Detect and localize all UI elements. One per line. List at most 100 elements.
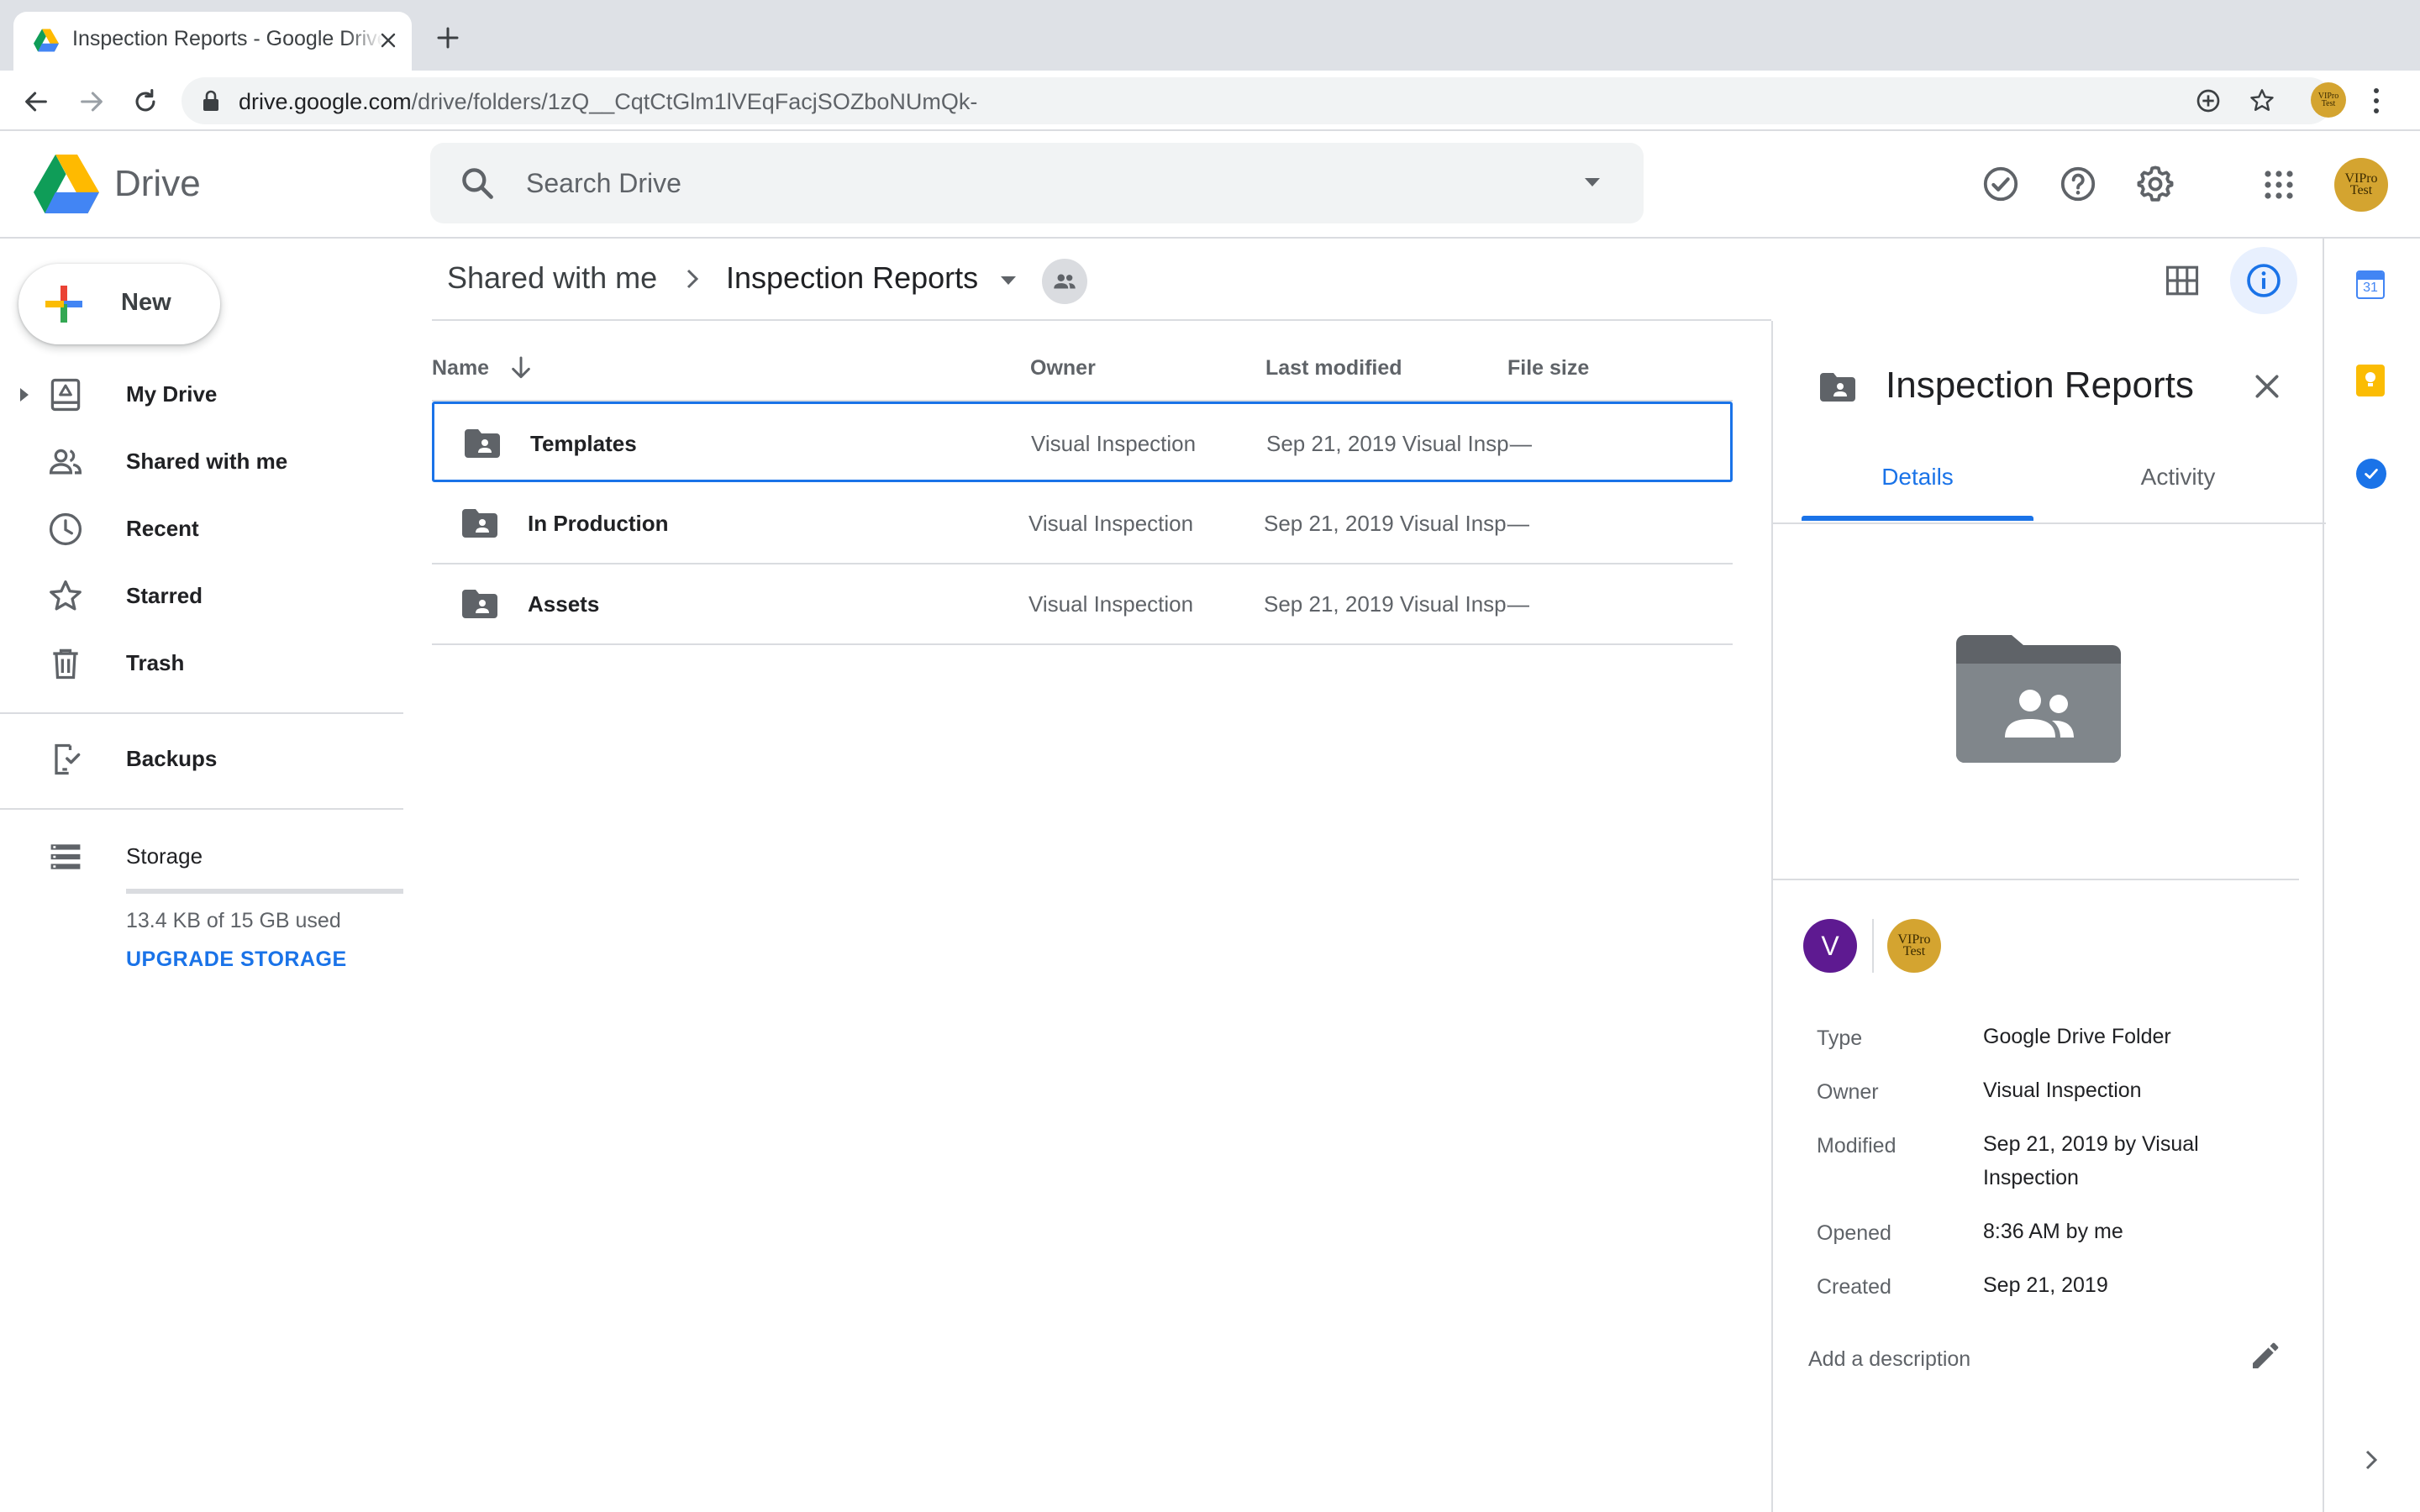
table-row[interactable]: Assets Visual Inspection Sep 21, 2019 Vi… bbox=[432, 564, 1733, 645]
shared-folder-icon bbox=[462, 509, 497, 538]
new-button-label: New bbox=[121, 289, 171, 316]
shared-user-avatar[interactable]: VIPro Test bbox=[1887, 919, 1941, 973]
sort-arrow-down-icon[interactable] bbox=[508, 354, 534, 381]
settings-gear-icon[interactable] bbox=[2136, 165, 2175, 203]
sidebar-item-my-drive[interactable]: My Drive bbox=[0, 365, 403, 425]
file-size: — bbox=[1507, 591, 1529, 617]
ready-for-offline-icon[interactable] bbox=[1981, 165, 2020, 203]
view-details-info-icon[interactable] bbox=[2230, 247, 2297, 314]
active-tab-indicator bbox=[1802, 516, 2033, 521]
drive-favicon-icon bbox=[34, 29, 59, 52]
tabs-divider bbox=[1773, 522, 2326, 524]
sidebar-item-label: My Drive bbox=[126, 381, 218, 407]
table-row[interactable]: In Production Visual Inspection Sep 21, … bbox=[432, 484, 1733, 564]
keep-icon[interactable] bbox=[2356, 365, 2385, 396]
browser-profile-avatar[interactable]: VIPro Test bbox=[2311, 82, 2346, 118]
shared-folder-icon bbox=[1820, 373, 1855, 402]
google-apps-grid-icon[interactable] bbox=[2264, 170, 2294, 200]
sidebar-item-label: Recent bbox=[126, 516, 199, 541]
url-text: drive.google.com/drive/folders/1zQ__CqtC… bbox=[239, 89, 977, 115]
new-button[interactable]: New bbox=[18, 264, 220, 344]
avatar-divider bbox=[1872, 919, 1874, 973]
details-title: Inspection Reports bbox=[1886, 365, 2194, 406]
calendar-icon[interactable]: 31 bbox=[2356, 270, 2385, 299]
browser-tab[interactable]: Inspection Reports - Google Drive bbox=[13, 12, 412, 71]
prop-owner-value: Visual Inspection bbox=[1983, 1079, 2142, 1102]
grid-view-icon[interactable] bbox=[2165, 264, 2200, 297]
side-panel-rail: 31 bbox=[2324, 239, 2420, 1512]
file-last-modified: Sep 21, 2019 Visual Inspection bbox=[1264, 591, 1507, 617]
upgrade-storage-link[interactable]: UPGRADE STORAGE bbox=[126, 948, 347, 972]
prop-type-value: Google Drive Folder bbox=[1983, 1025, 2171, 1048]
url-path: /drive/folders/1zQ__CqtCtGlm1lVEqFacjSOZ… bbox=[411, 89, 978, 114]
my-drive-icon bbox=[47, 376, 84, 413]
breadcrumb-shared-with-me[interactable]: Shared with me bbox=[447, 260, 657, 296]
search-options-caret-icon[interactable] bbox=[1583, 176, 1602, 188]
sidebar-item-label: Starred bbox=[126, 583, 203, 608]
close-details-icon[interactable] bbox=[2250, 370, 2284, 403]
file-name: Assets bbox=[528, 591, 600, 617]
file-owner: Visual Inspection bbox=[1031, 431, 1197, 456]
column-header-owner[interactable]: Owner bbox=[1030, 356, 1096, 381]
url-host: drive.google.com bbox=[239, 89, 412, 114]
people-icon bbox=[47, 444, 84, 480]
tab-details[interactable]: Details bbox=[1802, 464, 2033, 491]
forward-arrow-icon[interactable] bbox=[77, 87, 106, 116]
plus-multicolor-icon bbox=[44, 284, 84, 324]
edit-pencil-icon[interactable] bbox=[2249, 1339, 2282, 1373]
file-size: — bbox=[1510, 431, 1532, 456]
prop-modified-label: Modified bbox=[1817, 1134, 1897, 1158]
tab-activity[interactable]: Activity bbox=[2062, 464, 2294, 491]
sidebar-item-label: Trash bbox=[126, 650, 185, 675]
table-row[interactable]: Templates Visual Inspection Sep 21, 2019… bbox=[432, 402, 1733, 482]
prop-type-label: Type bbox=[1817, 1026, 1863, 1050]
browser-menu-icon[interactable] bbox=[2371, 86, 2381, 116]
calendar-header bbox=[2358, 272, 2383, 280]
sidebar-item-shared-with-me[interactable]: Shared with me bbox=[0, 432, 403, 492]
shared-folder-people-icon[interactable] bbox=[1042, 259, 1087, 304]
file-owner: Visual Inspection bbox=[1028, 591, 1194, 617]
trash-icon bbox=[47, 645, 84, 682]
new-tab-icon[interactable] bbox=[437, 27, 459, 49]
prop-modified-value: Sep 21, 2019 by Visual Inspection bbox=[1983, 1132, 2199, 1189]
search-icon[interactable] bbox=[459, 165, 496, 202]
sidebar-item-recent[interactable]: Recent bbox=[0, 499, 403, 559]
expand-side-panel-chevron-icon[interactable] bbox=[2363, 1448, 2380, 1472]
details-panel: Inspection Reports Details Activity V VI… bbox=[1771, 321, 2326, 1512]
column-header-file-size[interactable]: File size bbox=[1507, 356, 1589, 381]
storage-usage-bar bbox=[126, 889, 403, 894]
back-arrow-icon[interactable] bbox=[22, 87, 50, 116]
tasks-icon[interactable] bbox=[2356, 459, 2386, 489]
prop-owner-label: Owner bbox=[1817, 1080, 1879, 1104]
browser-tab-strip: Inspection Reports - Google Drive bbox=[0, 0, 2420, 71]
prop-opened-value: 8:36 AM by me bbox=[1983, 1220, 2123, 1243]
search-bar[interactable]: Search Drive bbox=[430, 143, 1644, 223]
sidebar-item-starred[interactable]: Starred bbox=[0, 566, 403, 627]
file-size: — bbox=[1507, 511, 1529, 536]
app-name[interactable]: Drive bbox=[114, 163, 201, 205]
file-list-header: Name Owner Last modified File size bbox=[432, 336, 1733, 402]
folder-menu-caret-icon[interactable] bbox=[1000, 276, 1017, 286]
bookmark-star-icon[interactable] bbox=[2249, 87, 2275, 114]
column-header-last-modified[interactable]: Last modified bbox=[1265, 356, 1402, 381]
browser-tab-title: Inspection Reports - Google Drive bbox=[72, 27, 383, 50]
address-bar[interactable]: drive.google.com/drive/folders/1zQ__CqtC… bbox=[182, 77, 2333, 124]
sidebar-item-trash[interactable]: Trash bbox=[0, 633, 403, 694]
backup-icon bbox=[47, 741, 84, 778]
description-input[interactable]: Add a description bbox=[1808, 1347, 1970, 1372]
sidebar-item-storage[interactable]: Storage bbox=[0, 827, 403, 887]
reload-icon[interactable] bbox=[131, 87, 160, 116]
sidebar-item-label: Backups bbox=[126, 746, 218, 771]
column-header-name[interactable]: Name bbox=[432, 356, 489, 381]
breadcrumb-current-folder[interactable]: Inspection Reports bbox=[726, 260, 978, 296]
drive-logo-icon[interactable] bbox=[34, 155, 99, 213]
sidebar-divider bbox=[0, 808, 403, 810]
help-icon[interactable] bbox=[2059, 165, 2097, 203]
sidebar-item-backups[interactable]: Backups bbox=[0, 729, 403, 790]
prop-created-label: Created bbox=[1817, 1275, 1891, 1299]
install-app-icon[interactable] bbox=[2195, 87, 2222, 114]
close-tab-icon[interactable] bbox=[378, 30, 398, 50]
owner-avatar[interactable]: V bbox=[1803, 919, 1857, 973]
search-input[interactable]: Search Drive bbox=[526, 168, 681, 199]
account-avatar[interactable]: VIPro Test bbox=[2334, 158, 2388, 212]
